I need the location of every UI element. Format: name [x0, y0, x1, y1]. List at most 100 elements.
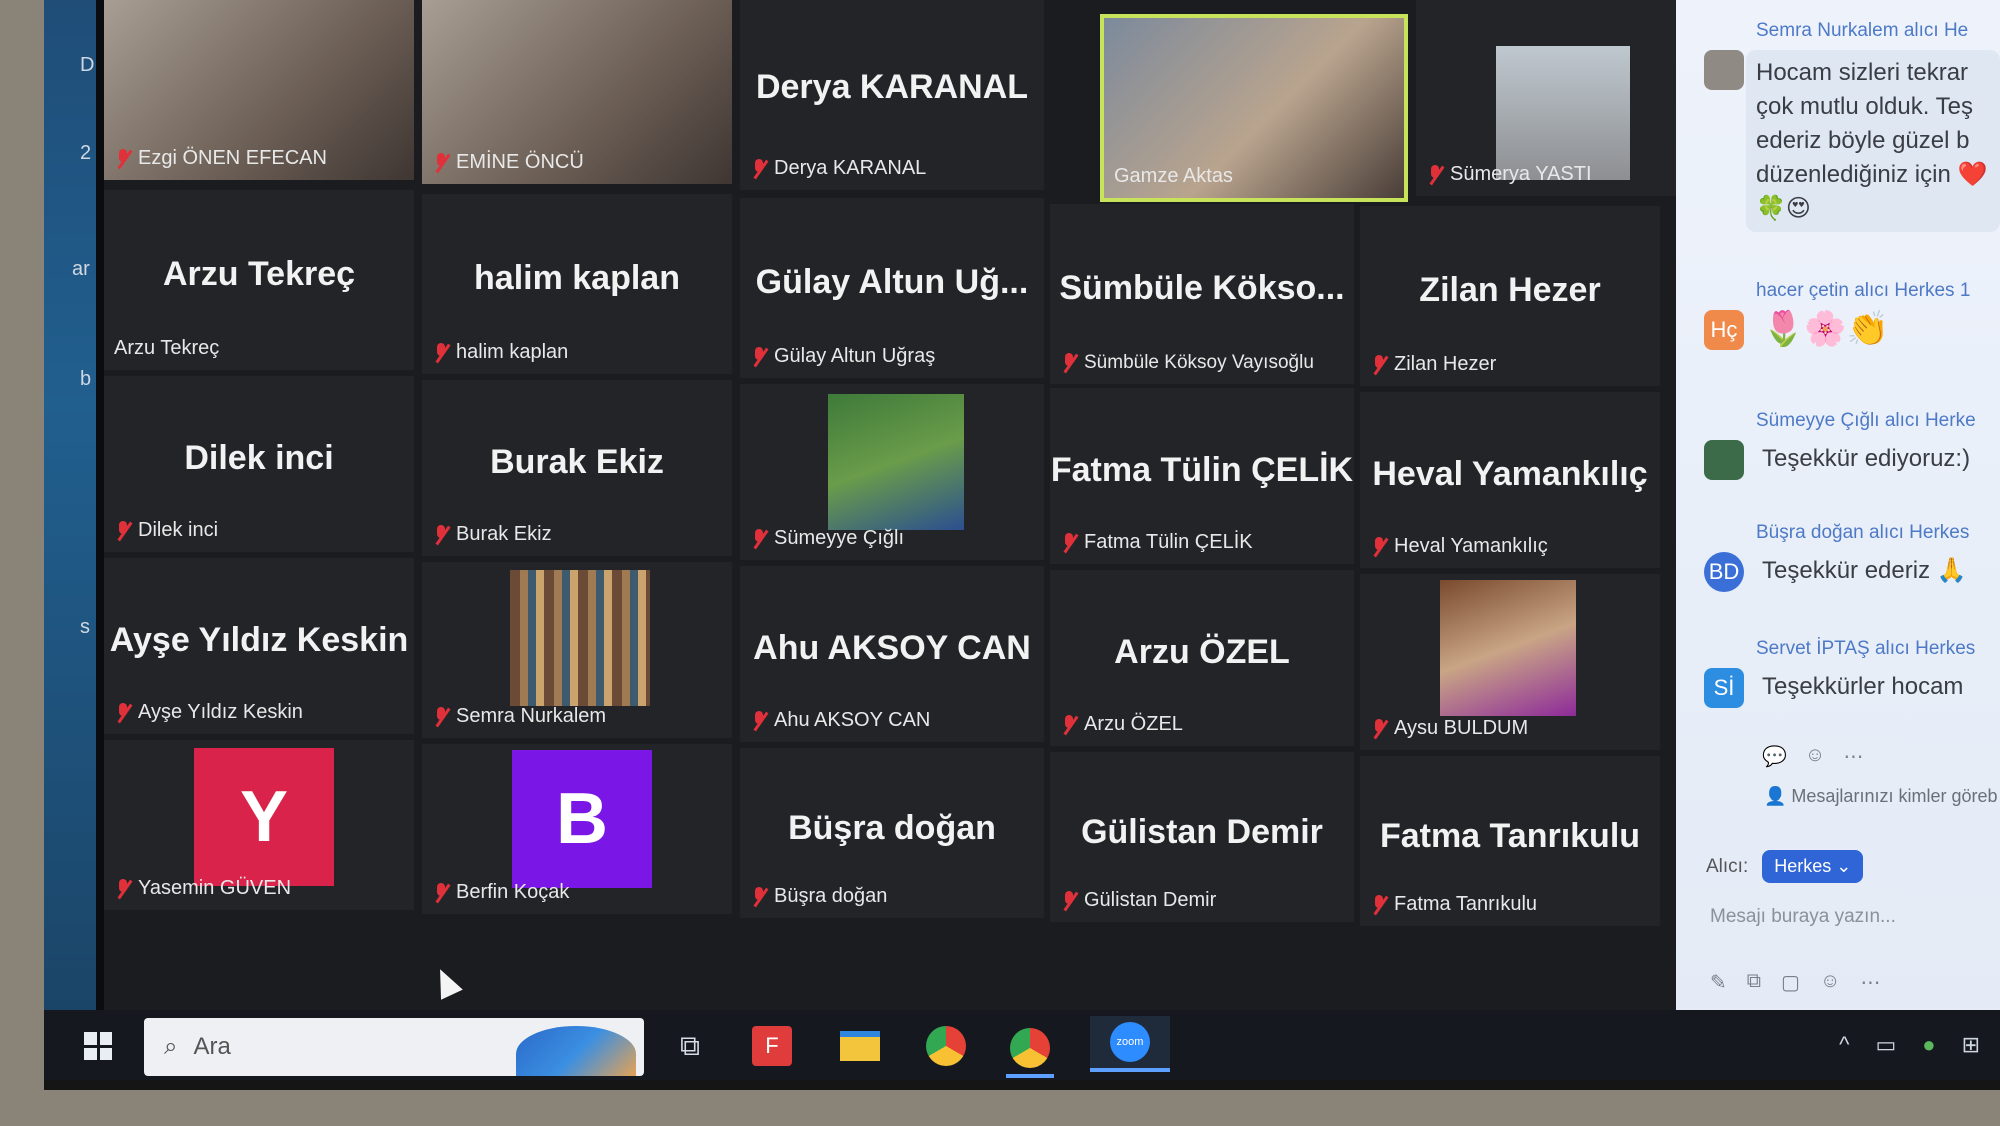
edge-letter: D [80, 54, 95, 76]
participant-tile[interactable]: Fatma Tanrıkulu Fatma Tanrıkulu [1360, 756, 1660, 926]
participant-tile[interactable]: EMİNE ÖNCÜ [422, 0, 732, 184]
participant-display-name: Arzu ÖZEL [1114, 633, 1290, 672]
edge-letter: b [80, 368, 92, 390]
participant-name-label: Yasemin GÜVEN [114, 877, 291, 900]
windows-start-icon[interactable] [84, 1032, 112, 1060]
participant-tile[interactable]: Sümeyye Çığlı [740, 384, 1044, 560]
participant-name-label: Arzu ÖZEL [1060, 713, 1183, 736]
chrome-profile-icon[interactable] [1006, 1022, 1054, 1078]
participant-tile[interactable]: Gülay Altun Uğ... Gülay Altun Uğraş [740, 198, 1044, 378]
edge-letter: ar [72, 258, 90, 280]
participant-tile[interactable]: Sümbüle Kökso... Sümbüle Köksoy Vayısoğl… [1050, 204, 1354, 384]
participant-tile[interactable]: Arzu ÖZEL Arzu ÖZEL [1050, 570, 1354, 746]
participant-tile[interactable]: Derya KARANAL Derya KARANAL [740, 0, 1044, 190]
participant-name-label: Dilek inci [114, 519, 218, 542]
participant-name-label: Burak Ekiz [432, 523, 552, 546]
participant-tile[interactable]: B Berfin Koçak [422, 744, 732, 914]
zoom-app-icon[interactable]: zoom [1090, 1016, 1170, 1072]
participant-display-name: Dilek inci [184, 439, 334, 478]
screenshot-icon[interactable]: ⧉ [1747, 970, 1761, 995]
participant-tile[interactable]: Y Yasemin GÜVEN [104, 740, 414, 910]
participant-name-label: Gamze Aktas [1114, 165, 1233, 187]
participant-tile[interactable]: Zilan Hezer Zilan Hezer [1360, 206, 1660, 386]
chat-message-header: Servet İPTAŞ alıcı Herkes [1756, 638, 1976, 659]
chat-message: Semra Nurkalem alıcı He Hocam sizleri te… [1686, 20, 2000, 232]
chat-message: hacer çetin alıcı Herkes 1 Hç 🌷🌸👏 [1686, 280, 2000, 350]
tray-app-icon[interactable]: ● [1922, 1032, 1935, 1058]
participant-name-label: Gülistan Demir [1060, 889, 1216, 912]
participant-tile[interactable]: Ayşe Yıldız Keskin Ayşe Yıldız Keskin [104, 558, 414, 734]
system-tray: ^ ▭ ● ⊞ [1839, 1032, 1980, 1058]
format-icon[interactable]: ✎ [1710, 970, 1727, 995]
participant-name-label: Sümbüle Köksoy Vayısoğlu [1060, 352, 1314, 374]
muted-mic-icon [114, 148, 132, 170]
muted-mic-icon [1426, 164, 1444, 186]
chrome-icon[interactable] [922, 1022, 970, 1070]
participant-tile[interactable]: Dilek inci Dilek inci [104, 376, 414, 552]
tray-overflow-icon[interactable]: ^ [1839, 1032, 1849, 1058]
participant-name-label: Gülay Altun Uğraş [750, 345, 935, 368]
recipient-label: Alıcı: [1706, 855, 1749, 877]
more-icon[interactable]: ⋯ [1860, 970, 1880, 995]
reply-icon[interactable]: 💬 [1762, 744, 1787, 769]
emoji-reaction-icon[interactable]: ☺ [1805, 744, 1825, 769]
muted-mic-icon [432, 342, 450, 364]
chat-message-header: Semra Nurkalem alıcı He [1756, 20, 1969, 41]
participant-tile[interactable]: halim kaplan halim kaplan [422, 194, 732, 374]
participant-tile[interactable]: Semra Nurkalem [422, 562, 732, 738]
task-view-icon[interactable]: ⧉ [666, 1022, 714, 1070]
chat-message-header: Sümeyye Çığlı alıcı Herke [1756, 410, 1976, 431]
participant-tile[interactable]: Ahu AKSOY CAN Ahu AKSOY CAN [740, 566, 1044, 742]
network-icon[interactable]: ⊞ [1962, 1032, 1980, 1058]
participant-name-label: Ahu AKSOY CAN [750, 709, 930, 732]
participant-name-label: Ezgi ÖNEN EFECAN [114, 147, 327, 170]
chat-footer: Alıcı: Herkes ⌄ Mesajı buraya yazın... ✎… [1676, 810, 2000, 1010]
participant-name-label: halim kaplan [432, 341, 568, 364]
participant-tile[interactable]: Aysu BULDUM [1360, 574, 1660, 750]
background-window-edge: D 2 ar b s [44, 0, 96, 1010]
participant-display-name: Derya KARANAL [755, 68, 1029, 107]
participant-tile[interactable]: Büşra doğan Büşra doğan [740, 748, 1044, 918]
monitor-screen: D 2 ar b s Ezgi ÖNEN EFECAN EMİNE ÖNCÜ D… [44, 0, 2000, 1090]
participant-tile[interactable]: Burak Ekiz Burak Ekiz [422, 380, 732, 556]
meet-now-icon[interactable]: ▭ [1875, 1032, 1896, 1058]
chat-message-input[interactable]: Mesajı buraya yazın... [1710, 906, 1896, 928]
muted-mic-icon [114, 702, 132, 724]
participant-name-label: Sümerya YASTI [1426, 163, 1592, 186]
chat-privacy-note[interactable]: 👤 Mesajlarınızı kimler göreb [1764, 786, 1998, 807]
sender-avatar: Hç [1704, 310, 1744, 350]
participant-display-name: Sümbüle Kökso... [1059, 268, 1345, 307]
recipient-selector: Alıcı: Herkes ⌄ [1706, 850, 1864, 883]
participant-name-label: Fatma Tülin ÇELİK [1060, 531, 1253, 554]
chat-message: Büşra doğan alıcı Herkes BD Teşekkür ede… [1686, 522, 2000, 592]
participant-tile[interactable]: Arzu Tekreç Arzu Tekreç [104, 190, 414, 370]
participant-display-name: Heval Yamankılıç [1372, 455, 1648, 494]
participant-tile[interactable]: Heval Yamankılıç Heval Yamankılıç [1360, 392, 1660, 568]
participant-name-label: EMİNE ÖNCÜ [432, 151, 584, 174]
participant-display-name: Zilan Hezer [1419, 270, 1601, 309]
muted-mic-icon [750, 158, 768, 180]
muted-mic-icon [1060, 532, 1078, 554]
participant-name-label: Aysu BULDUM [1370, 717, 1528, 740]
participant-tile[interactable]: Ezgi ÖNEN EFECAN [104, 0, 414, 180]
taskbar-search-box[interactable]: ⌕ Ara [144, 1018, 644, 1076]
active-speaker-tile[interactable]: Gamze Aktas [1100, 14, 1408, 202]
emoji-icon[interactable]: ☺ [1820, 970, 1840, 995]
participant-tile[interactable]: Sümerya YASTI [1416, 0, 1716, 196]
file-explorer-icon[interactable] [836, 1022, 884, 1070]
muted-mic-icon [432, 524, 450, 546]
edge-letter: 2 [80, 142, 92, 164]
muted-mic-icon [1370, 894, 1388, 916]
search-icon: ⌕ [164, 1033, 178, 1060]
participant-display-name: Gülistan Demir [1081, 813, 1323, 852]
participant-name-label: Zilan Hezer [1370, 353, 1496, 376]
file-icon[interactable]: ▢ [1781, 970, 1800, 995]
participant-tile[interactable]: Fatma Tülin ÇELİK Fatma Tülin ÇELİK [1050, 388, 1354, 564]
recipient-dropdown[interactable]: Herkes ⌄ [1762, 850, 1864, 883]
app-red-icon[interactable]: F [752, 1026, 792, 1066]
participant-display-name: Arzu Tekreç [162, 254, 356, 293]
more-options-icon[interactable]: ⋯ [1843, 744, 1863, 769]
muted-mic-icon [432, 882, 450, 904]
sender-avatar: BD [1704, 552, 1744, 592]
participant-tile[interactable]: Gülistan Demir Gülistan Demir [1050, 752, 1354, 922]
